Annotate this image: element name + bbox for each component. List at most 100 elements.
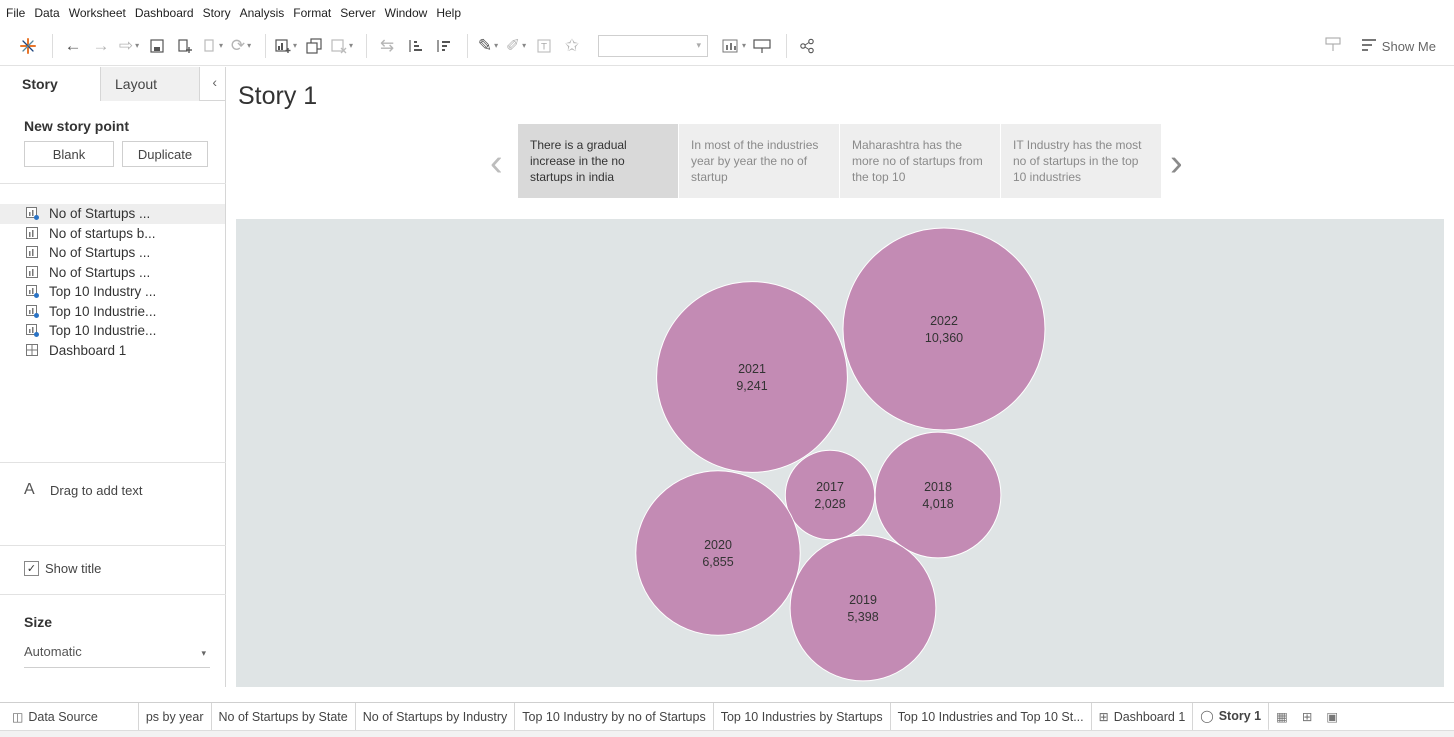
fix-axes-icon[interactable]: ✩ [560,32,584,60]
sheet-tab[interactable]: No of Startups by State [212,702,356,731]
new-worksheet-icon[interactable]: ▾ [274,32,298,60]
bubble-mark[interactable] [784,449,876,541]
fit-select[interactable]: ▾ [598,34,708,57]
story-point-caption[interactable]: IT Industry has the most no of startups … [1001,124,1161,198]
show-me-label: Show Me [1381,38,1436,54]
menu-worksheet[interactable]: Worksheet [69,6,126,20]
bubble-2021[interactable]: 2021 9,241 [656,281,848,473]
blank-button[interactable]: Blank [24,141,114,167]
data-source-tab[interactable]: ◫ Data Source [0,702,139,731]
toolbar-right: Show Me [1324,26,1436,66]
sheet-list-label: No of Startups ... [49,245,151,261]
new-story-tab-button[interactable]: ▣ [1319,703,1345,731]
bubble-mark[interactable] [842,227,1046,431]
show-title-checkbox[interactable]: ✓ [24,561,39,576]
bubble-value-label: 6,855 [702,555,733,569]
bubble-2017[interactable]: 2017 2,028 [784,449,876,541]
bubble-2022[interactable]: 2022 10,360 [842,227,1046,431]
bubble-year-label: 2017 [816,480,844,494]
bubble-2018[interactable]: 2018 4,018 [874,431,1002,559]
duplicate-button[interactable]: Duplicate [122,141,208,167]
menu-window[interactable]: Window [385,6,428,20]
refresh-icon[interactable]: ⟳ ▾ [229,32,253,60]
story-point-caption[interactable]: Maharashtra has the more no of startups … [840,124,1000,198]
story-title[interactable]: Story 1 [238,82,317,111]
new-worksheet-tab-button[interactable]: ▦ [1269,703,1295,731]
story-point-caption[interactable]: There is a gradual increase in the no st… [518,124,678,198]
bubble-mark[interactable] [874,431,1002,559]
presenter-icon[interactable] [1324,35,1342,58]
panel-tabs: Story Layout ‹ [0,67,225,101]
sheet-tab[interactable]: No of Startups by Industry [356,702,516,731]
sort-descending-icon[interactable] [431,32,455,60]
menu-format[interactable]: Format [293,6,331,20]
svg-text:T: T [540,42,547,52]
redo-icon[interactable]: → [89,32,113,60]
duplicate-sheet-icon[interactable] [302,32,326,60]
menu-analysis[interactable]: Analysis [240,6,285,20]
chevron-down-icon: ▾ [201,648,206,658]
toolbar-separator [52,33,53,58]
tab-story[interactable]: Story [0,67,100,101]
show-cards-icon[interactable]: ▾ [722,32,746,60]
next-story-point-icon[interactable]: › [1170,144,1183,182]
menu-server[interactable]: Server [340,6,375,20]
menu-dashboard[interactable]: Dashboard [135,6,194,20]
bubble-2020[interactable]: 2020 6,855 [635,470,801,636]
bubble-mark[interactable] [656,281,848,473]
group-members-icon[interactable]: ✐ ▾ [504,32,528,60]
sheet-list-item[interactable]: Top 10 Industrie... [0,321,225,341]
menu-bar: File Data Worksheet Dashboard Story Anal… [0,0,1454,26]
swap-rows-columns-icon[interactable]: ⇆ [375,32,399,60]
sheet-list-item[interactable]: Top 10 Industry ... [0,282,225,302]
bubble-year-label: 2022 [930,314,958,328]
share-icon[interactable] [795,32,819,60]
menu-file[interactable]: File [6,6,25,20]
pause-updates-icon[interactable]: ▾ [201,32,225,60]
bubble-mark[interactable] [789,534,937,682]
size-dropdown[interactable]: Automatic ▾ [24,644,210,668]
show-mark-labels-icon[interactable]: T [532,32,556,60]
toolbar-separator [366,33,367,58]
story-tab[interactable]: ◯ Story 1 [1193,702,1270,731]
sheet-list-label: Top 10 Industry ... [49,284,157,300]
sheet-list-item[interactable]: No of Startups ... [0,243,225,263]
dashboard-icon: ⊞ [1098,709,1109,724]
new-dashboard-tab-button[interactable]: ⊞ [1295,703,1319,731]
show-title-option[interactable]: ✓ Show title [24,561,101,576]
tableau-logo-icon[interactable] [16,32,40,60]
sheet-list-item[interactable]: No of Startups ... [0,263,225,283]
sheet-list-item[interactable]: Top 10 Industrie... [0,302,225,322]
sort-ascending-icon[interactable] [403,32,427,60]
menu-data[interactable]: Data [34,6,59,20]
previous-story-point-icon[interactable]: ‹ [490,144,503,182]
collapse-panel-icon[interactable]: ‹ [212,74,217,90]
replay-icon[interactable]: ⇨ ▾ [117,32,141,60]
save-icon[interactable] [145,32,169,60]
sheet-tab[interactable]: Top 10 Industries and Top 10 St... [891,702,1092,731]
show-me-button[interactable]: Show Me [1361,38,1436,54]
undo-icon[interactable]: ← [61,32,85,60]
highlight-icon[interactable]: ✎ ▾ [476,32,500,60]
drag-text-area[interactable]: A Drag to add text [0,462,226,546]
tab-layout[interactable]: Layout [100,67,200,101]
sheet-tab[interactable]: Top 10 Industries by Startups [714,702,891,731]
sheet-list-item[interactable]: Dashboard 1 [0,341,225,361]
new-data-source-icon[interactable] [173,32,197,60]
story-point-caption[interactable]: In most of the industries year by year t… [679,124,839,198]
text-object-icon: A [24,481,35,498]
bubble-mark[interactable] [635,470,801,636]
bubble-2019[interactable]: 2019 5,398 [789,534,937,682]
sheet-list-item[interactable]: No of Startups ... [0,204,225,224]
sheet-list-item[interactable]: No of startups b... [0,224,225,244]
sheet-tab[interactable]: ps by year [139,702,212,731]
dashboard-tab[interactable]: ⊞ Dashboard 1 [1092,702,1194,731]
clear-sheet-icon[interactable]: ▾ [330,32,354,60]
sheet-tab[interactable]: Top 10 Industry by no of Startups [515,702,714,731]
sheet-list-label: No of Startups ... [49,206,151,222]
toolbar-separator [467,33,468,58]
new-dashboard-icon: ⊞ [1301,710,1313,724]
menu-help[interactable]: Help [436,6,461,20]
presentation-mode-icon[interactable] [750,32,774,60]
menu-story[interactable]: Story [203,6,231,20]
